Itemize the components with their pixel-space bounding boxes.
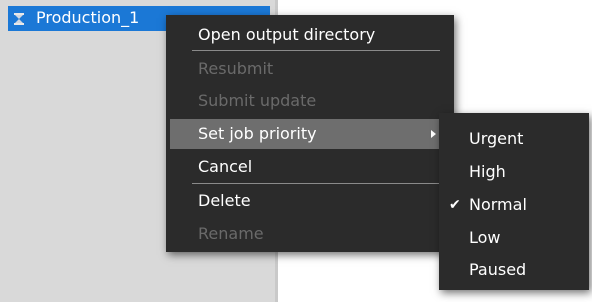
menu-item-submit-update: Submit update	[170, 86, 450, 116]
submenu-item-paused[interactable]: Paused	[443, 254, 585, 286]
checkmark-icon: ✔	[449, 197, 461, 213]
menu-separator	[192, 50, 440, 51]
submenu-item-label: Urgent	[469, 129, 524, 148]
menu-item-resubmit: Resubmit	[170, 54, 450, 84]
menu-item-label: Open output directory	[198, 25, 376, 44]
context-menu: Open output directory Resubmit Submit up…	[166, 15, 454, 252]
menu-item-label: Cancel	[198, 157, 253, 176]
menu-item-delete[interactable]: Delete	[170, 186, 450, 216]
menu-item-set-job-priority[interactable]: Set job priority	[170, 119, 450, 149]
submenu-item-label: Paused	[469, 260, 527, 279]
menu-item-label: Rename	[198, 224, 264, 243]
submenu-item-urgent[interactable]: Urgent	[443, 123, 585, 155]
submenu-item-normal[interactable]: ✔ Normal	[443, 189, 585, 221]
menu-item-cancel[interactable]: Cancel	[170, 152, 450, 182]
menu-item-label: Set job priority	[198, 124, 317, 143]
menu-item-rename: Rename	[170, 219, 450, 249]
submenu-item-high[interactable]: High	[443, 156, 585, 188]
menu-item-label: Delete	[198, 191, 251, 210]
submenu-arrow-icon	[431, 130, 436, 138]
submenu-item-label: Normal	[469, 195, 527, 214]
job-name: Production_1	[36, 8, 140, 27]
hourglass-icon	[12, 11, 26, 25]
menu-item-label: Resubmit	[198, 59, 274, 78]
priority-submenu: Urgent High ✔ Normal Low Paused	[439, 113, 589, 290]
submenu-item-low[interactable]: Low	[443, 222, 585, 254]
menu-item-label: Submit update	[198, 91, 317, 110]
menu-separator	[192, 183, 440, 184]
submenu-item-label: Low	[469, 228, 501, 247]
submenu-item-label: High	[469, 162, 506, 181]
menu-item-open-output-directory[interactable]: Open output directory	[170, 20, 450, 50]
